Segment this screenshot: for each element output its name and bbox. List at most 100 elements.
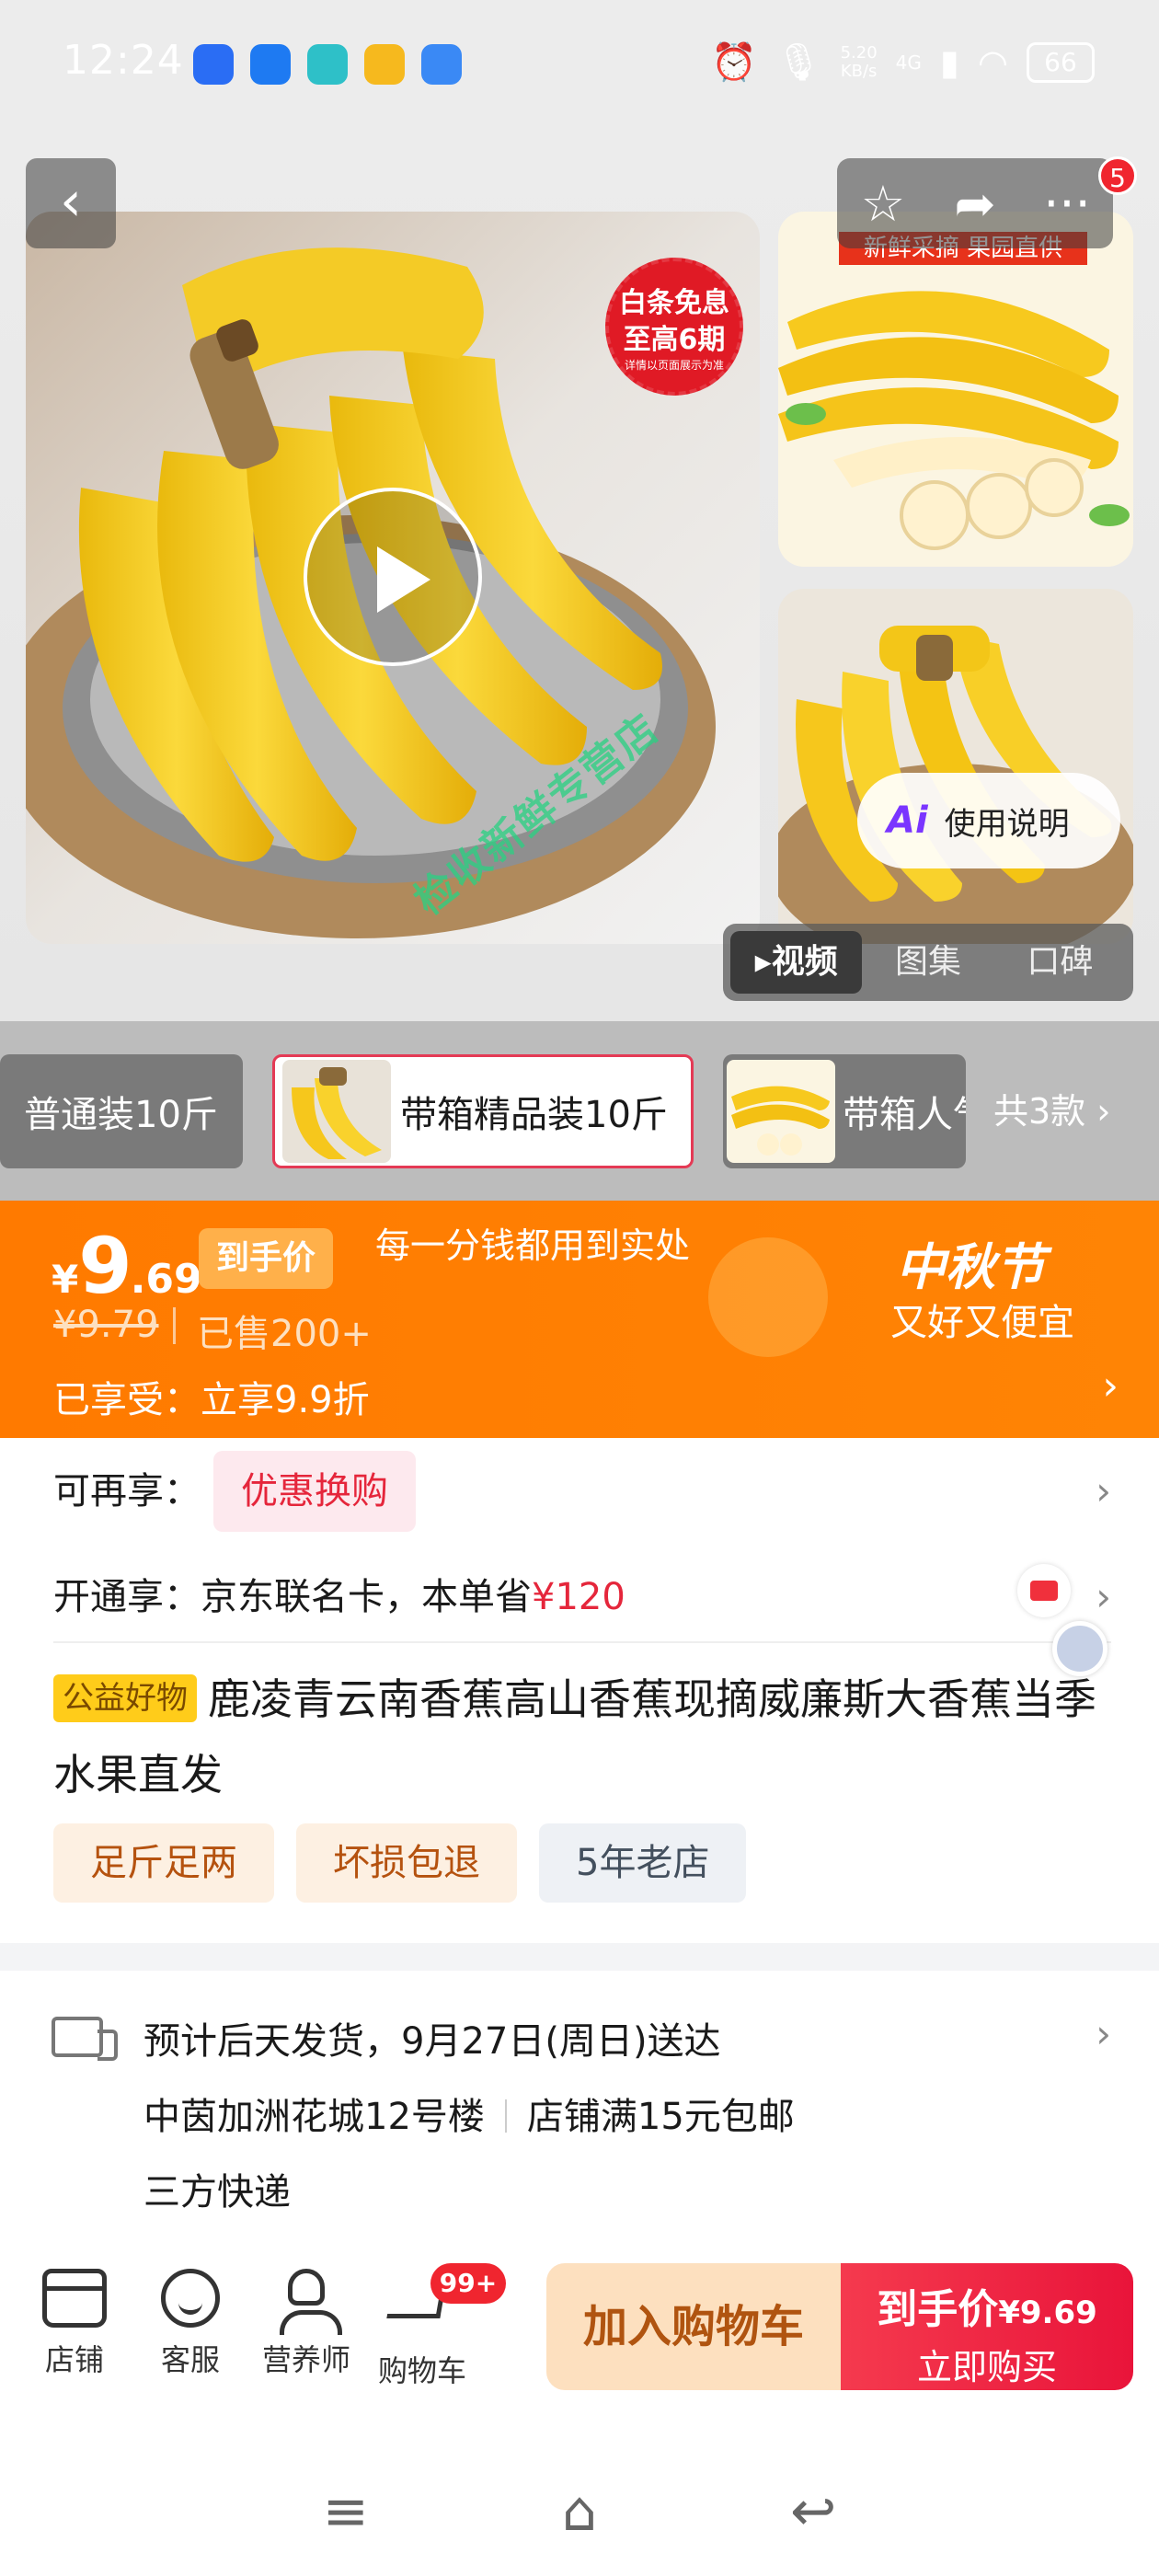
sku-selector: 普通装10斤 带箱精品装10斤 带箱人气 共3款 › <box>0 1021 1159 1201</box>
buy-price-line: 到手价¥9.69 <box>877 2286 1097 2333</box>
delivery-estimate: 预计后天发货，9月27日(周日)送达 <box>143 2020 721 2063</box>
card-offer-row[interactable]: 开通享：京东联名卡，本单省¥120 › <box>53 1564 1111 1623</box>
smile-icon <box>161 2269 220 2328</box>
menu-icon[interactable]: ≡ <box>323 2479 369 2544</box>
nav-label: 店铺 <box>44 2342 104 2377</box>
cart-count-badge: 99+ <box>430 2263 506 2304</box>
nav-store[interactable]: 店铺 <box>15 2269 134 2379</box>
signal-icon: ▮ <box>939 41 959 83</box>
chevron-left-icon: ‹ <box>60 169 82 234</box>
extra-offer-label: 可再享： <box>53 1470 201 1512</box>
sku-thumbnail <box>727 1060 835 1163</box>
divider <box>504 2099 507 2133</box>
nav-label: 营养师 <box>261 2342 350 2377</box>
more-button[interactable]: ··· <box>1030 175 1104 233</box>
gallery-thumbnail-2[interactable] <box>778 589 1133 944</box>
sku-option-3[interactable]: 带箱人气 <box>723 1054 966 1168</box>
more-icon: ··· <box>1043 174 1091 233</box>
festival-decoration-icon <box>708 1237 828 1357</box>
top-actions-bar: ☆ ➦ ··· <box>837 158 1113 248</box>
notification-badge: 5 <box>1098 156 1137 195</box>
person-icon <box>274 2269 342 2335</box>
service-tags: 足斤足两 坏损包退 5年老店 <box>53 1823 747 1903</box>
status-bar: 12:24 ⏰ 🎙 5.20 KB/s 4G ▮ ◠ 66 <box>0 0 1159 120</box>
current-price: ¥ 9 .69 <box>52 1221 202 1311</box>
alarm-icon: ⏰ <box>711 41 757 84</box>
truck-icon <box>52 2017 118 2061</box>
product-title: 公益好物 鹿凌青云南香蕉高山香蕉现摘威廉斯大香蕉当季水果直发 <box>53 1662 1111 1812</box>
nav-label: 客服 <box>160 2342 220 2377</box>
wifi-icon: ◠ <box>977 41 1008 83</box>
credit-card-icon <box>1017 1564 1071 1617</box>
sku-option-2[interactable]: 带箱精品装10斤 <box>272 1054 694 1168</box>
back-button[interactable]: ‹ <box>26 158 116 248</box>
back-icon[interactable]: ↩ <box>790 2479 836 2544</box>
nav-nutritionist[interactable]: 营养师 <box>247 2269 366 2379</box>
store-icon <box>42 2269 107 2328</box>
status-indicators: ⏰ 🎙 5.20 KB/s 4G ▮ ◠ 66 <box>711 40 1095 84</box>
festival-subtitle: 又好又便宜 <box>890 1302 1074 1344</box>
original-price: ¥9.79 <box>53 1304 159 1346</box>
delivery-info[interactable]: 预计后天发货，9月27日(周日)送达 › 中茵加洲花城12号楼 店铺满15元包邮 … <box>0 1971 1159 2239</box>
price-banner[interactable]: ¥ 9 .69 到手价 每一分钱都用到实处 ¥9.79 已售200+ 已享受：立… <box>0 1201 1159 1438</box>
nav-label: 购物车 <box>377 2353 466 2388</box>
festival-title: 中秋节 <box>896 1238 1045 1296</box>
sku-count-button[interactable]: 共3款 › <box>993 1054 1110 1168</box>
price-slogan: 每一分钱都用到实处 <box>375 1225 691 1266</box>
delivery-address: 中茵加洲花城12号楼 <box>143 2096 485 2138</box>
service-tag[interactable]: 5年老店 <box>539 1823 747 1903</box>
courier-info: 三方快递 <box>143 2171 291 2214</box>
status-app-icons <box>193 44 462 85</box>
share-button[interactable]: ➦ <box>938 175 1012 233</box>
battery-indicator: 66 <box>1027 41 1095 83</box>
extra-offer-row[interactable]: 可再享： 优惠换购 › <box>53 1450 1111 1533</box>
chevron-right-icon: › <box>1096 1468 1111 1513</box>
ai-sparkle-icon: Ai <box>887 799 928 842</box>
nav-customer-service[interactable]: 客服 <box>131 2269 250 2379</box>
card-offer-label: 开通享：京东联名卡，本单省 <box>53 1576 532 1618</box>
final-price-tag: 到手价 <box>199 1228 333 1289</box>
installment-badge: 白条免息 至高6期 详情以页面展示为准 <box>605 258 743 396</box>
chevron-right-icon: › <box>1096 2011 1111 2056</box>
product-title-text: 鹿凌青云南香蕉高山香蕉现摘威廉斯大香蕉当季水果直发 <box>53 1674 1096 1800</box>
app-notification-icon <box>250 44 291 85</box>
favorite-button[interactable]: ☆ <box>846 175 920 233</box>
sku-option-1[interactable]: 普通装10斤 <box>0 1054 243 1168</box>
share-icon: ➦ <box>954 174 996 233</box>
media-tabs: ▸视频 图集 口碑 <box>723 924 1133 1001</box>
service-tag[interactable]: 足斤足两 <box>53 1823 274 1903</box>
ai-button-label: 使用说明 <box>944 805 1070 843</box>
app-notification-icon <box>364 44 405 85</box>
charity-badge: 公益好物 <box>53 1674 197 1722</box>
mic-icon: 🎙 <box>775 41 822 84</box>
sku-thumbnail <box>282 1060 391 1163</box>
card-offer-amount: ¥120 <box>532 1576 625 1618</box>
tab-video[interactable]: ▸视频 <box>730 931 863 994</box>
sku-option-label: 普通装10斤 <box>24 1094 218 1136</box>
tab-album[interactable]: 图集 <box>862 931 993 994</box>
home-icon[interactable]: ⌂ <box>562 2479 597 2544</box>
product-gallery: 白条免息 至高6期 详情以页面展示为准 检收新鲜专营店 新鲜采摘 果园直供 ‹ … <box>0 120 1159 1021</box>
trade-in-chip[interactable]: 优惠换购 <box>213 1451 416 1532</box>
app-notification-icon <box>307 44 348 85</box>
sold-count: 已售200+ <box>197 1313 372 1355</box>
ai-instructions-button[interactable]: Ai 使用说明 <box>857 773 1120 868</box>
divider <box>173 1307 176 1344</box>
add-to-cart-button[interactable]: 加入购物车 <box>546 2263 841 2390</box>
play-icon[interactable] <box>304 488 482 666</box>
chevron-right-icon: › <box>1102 1363 1119 1409</box>
play-small-icon: ▸ <box>754 943 772 981</box>
delivery-address-row: 中茵加洲花城12号楼 店铺满15元包邮 <box>143 2087 795 2140</box>
free-shipping-rule: 店铺满15元包邮 <box>526 2096 795 2138</box>
status-time: 12:24 <box>63 37 184 84</box>
banana-bunch-thumb-image <box>778 589 1133 944</box>
chevron-right-icon: › <box>1096 1574 1111 1619</box>
buy-now-button[interactable]: 到手价¥9.69 立即购买 <box>841 2263 1133 2390</box>
tab-reviews[interactable]: 口碑 <box>994 931 1126 994</box>
discount-applied: 已享受：立享9.9折 <box>53 1379 370 1421</box>
app-notification-icon <box>421 44 462 85</box>
app-notification-icon <box>193 44 234 85</box>
service-tag[interactable]: 坏损包退 <box>296 1823 517 1903</box>
sku-option-label: 带箱人气 <box>843 1094 966 1136</box>
buy-now-label: 立即购买 <box>916 2347 1057 2387</box>
